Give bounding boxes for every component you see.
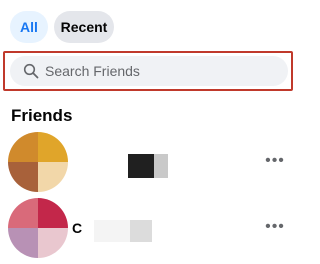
more-options-icon: ••• xyxy=(265,218,285,235)
censored-name-block xyxy=(130,220,152,242)
more-options-button[interactable]: ••• xyxy=(264,152,286,170)
friend-row[interactable]: ••• xyxy=(0,132,300,198)
filter-recent-button[interactable]: Recent xyxy=(54,11,114,43)
filter-all-button[interactable]: All xyxy=(10,11,48,43)
search-bar[interactable] xyxy=(10,56,288,86)
avatar[interactable] xyxy=(8,198,68,258)
more-options-button[interactable]: ••• xyxy=(264,218,286,236)
section-title-friends: Friends xyxy=(11,106,73,125)
more-options-icon: ••• xyxy=(265,152,285,169)
filter-chips: All Recent xyxy=(10,11,114,43)
search-input[interactable] xyxy=(45,63,265,79)
censored-name-block xyxy=(154,154,168,178)
censored-name-block xyxy=(128,154,154,178)
search-icon xyxy=(23,63,39,79)
censored-name-block xyxy=(94,220,130,242)
friend-row[interactable]: C ••• xyxy=(0,198,300,264)
friend-name: C xyxy=(72,220,83,236)
avatar[interactable] xyxy=(8,132,68,192)
